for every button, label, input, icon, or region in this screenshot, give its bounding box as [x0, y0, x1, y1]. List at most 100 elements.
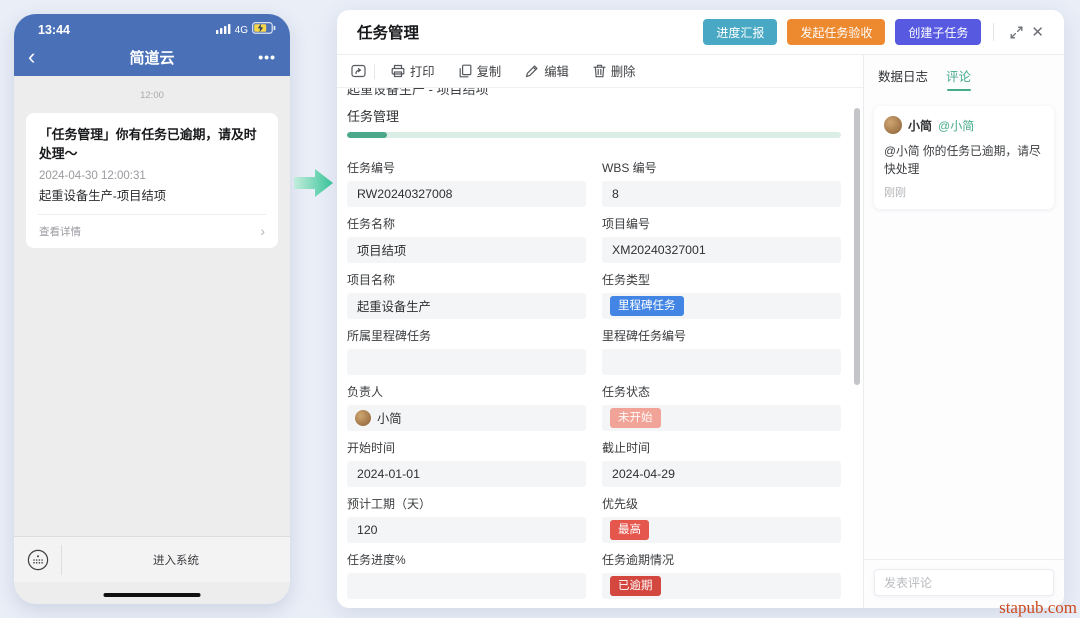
comments-pane: 数据日志 评论 小简 @小简 @小简 你的任务已逾期，请尽快处理 刚刚	[863, 55, 1064, 608]
phone-app-title: 简道云	[52, 47, 252, 68]
delete-button[interactable]: 删除	[593, 62, 636, 80]
field-priority: 优先级 最高	[602, 497, 841, 543]
comments-tabs: 数据日志 评论	[864, 55, 1064, 100]
close-icon[interactable]: ✕	[1027, 21, 1048, 43]
field-start-date: 开始时间 2024-01-01	[347, 441, 586, 487]
field-value-box: 8	[602, 181, 841, 207]
field-value-box: 2024-01-01	[347, 461, 586, 487]
watermark: stapub.com	[999, 598, 1077, 618]
back-chevron-icon[interactable]: ‹	[28, 47, 52, 67]
record-toolbar: 打印 复制 编辑 删除	[337, 55, 863, 88]
form-pane: 打印 复制 编辑 删除 起重设备生产 - 项目结项	[337, 55, 863, 608]
field-label: 里程碑任务编号	[602, 329, 841, 344]
window-header: 任务管理 进度汇报 发起任务验收 创建子任务 ✕	[337, 10, 1064, 55]
create-subtask-button[interactable]: 创建子任务	[895, 19, 981, 45]
print-label: 打印	[410, 62, 435, 80]
priority-highest-tag: 最高	[610, 520, 649, 540]
form-scroll-area[interactable]: 起重设备生产 - 项目结项 任务管理 任务编号 RW20240327008 WB…	[337, 88, 863, 608]
field-label: 开始时间	[347, 441, 586, 456]
field-task-number: 任务编号 RW20240327008	[347, 161, 586, 207]
field-value-box: 未开始	[602, 405, 841, 431]
expand-icon[interactable]	[1006, 24, 1027, 41]
home-indicator	[104, 593, 201, 598]
progress-report-button[interactable]: 进度汇报	[703, 19, 777, 45]
enter-system-button[interactable]: 进入系统	[62, 552, 290, 568]
field-task-type: 任务类型 里程碑任务	[602, 273, 841, 319]
phone-mockup: 13:44 4G ‹ 简道云 ••• 12:00 「任务管理」你有任务已逾期，请…	[14, 14, 290, 604]
field-parent-milestone: 所属里程碑任务	[347, 329, 586, 375]
view-details-row[interactable]: 查看详情 ›	[39, 215, 265, 239]
field-duration-days: 预计工期（天） 120	[347, 497, 586, 543]
comment-input[interactable]	[874, 569, 1054, 596]
phone-nav-bar: ‹ 简道云 •••	[28, 40, 276, 74]
view-details-label: 查看详情	[39, 224, 81, 239]
field-value-box: XM20240327001	[602, 237, 841, 263]
field-owner: 负责人 小简	[347, 385, 586, 431]
section-progress-bar	[347, 132, 841, 138]
flow-arrow-icon	[294, 167, 334, 204]
chat-timestamp: 12:00	[14, 90, 290, 101]
notification-task: 起重设备生产-项目结项	[39, 186, 265, 204]
field-value-box: 最高	[602, 517, 841, 543]
task-detail-window: 任务管理 进度汇报 发起任务验收 创建子任务 ✕ 打印 复制	[337, 10, 1064, 608]
field-task-progress: 任务进度%	[347, 553, 586, 599]
status-not-started-tag: 未开始	[610, 408, 661, 428]
comment-item: 小简 @小简 @小简 你的任务已逾期，请尽快处理 刚刚	[874, 106, 1054, 209]
phone-status-bar: 13:44 4G	[28, 20, 276, 40]
phone-header: 13:44 4G ‹ 简道云 •••	[14, 14, 290, 76]
start-acceptance-button[interactable]: 发起任务验收	[787, 19, 885, 45]
field-grid: 任务编号 RW20240327008 WBS 编号 8 任务名称 项目结项 项目…	[347, 161, 841, 599]
field-value-box: 起重设备生产	[347, 293, 586, 319]
delete-label: 删除	[611, 62, 636, 80]
milestone-task-tag: 里程碑任务	[610, 296, 684, 316]
tab-data-log[interactable]: 数据日志	[878, 66, 928, 91]
field-label: 优先级	[602, 497, 841, 512]
toolbar-separator	[374, 64, 375, 79]
field-value-box: 小简	[347, 405, 586, 431]
field-milestone-number: 里程碑任务编号	[602, 329, 841, 375]
form-scrollbar[interactable]	[854, 108, 860, 385]
share-icon[interactable]	[351, 64, 366, 78]
clipped-breadcrumb: 起重设备生产 - 项目结项	[347, 88, 841, 97]
field-label: 任务类型	[602, 273, 841, 288]
field-label: 截止时间	[602, 441, 841, 456]
field-label: 项目名称	[347, 273, 586, 288]
comment-mention[interactable]: @小简	[938, 117, 974, 134]
commenter-avatar	[884, 116, 902, 134]
overdue-tag: 已逾期	[610, 576, 661, 596]
field-value-box: 120	[347, 517, 586, 543]
field-value-box	[602, 349, 841, 375]
field-value-box: RW20240327008	[347, 181, 586, 207]
field-label: WBS 编号	[602, 161, 841, 176]
comment-text: @小简 你的任务已逾期，请尽快处理	[884, 142, 1044, 179]
print-button[interactable]: 打印	[391, 62, 435, 80]
commenter-name: 小简	[908, 117, 932, 134]
notification-datetime: 2024-04-30 12:00:31	[39, 170, 265, 182]
field-value-box: 已逾期	[602, 573, 841, 599]
field-label: 项目编号	[602, 217, 841, 232]
edit-label: 编辑	[544, 62, 569, 80]
phone-bottom-bar: 进入系统	[14, 536, 290, 582]
section-progress-fill	[347, 132, 387, 138]
copy-label: 复制	[477, 62, 502, 80]
copy-button[interactable]: 复制	[459, 62, 502, 80]
battery-charging-icon	[252, 21, 276, 39]
field-task-status: 任务状态 未开始	[602, 385, 841, 431]
field-label: 任务名称	[347, 217, 586, 232]
more-menu-icon[interactable]: •••	[252, 49, 276, 65]
edit-button[interactable]: 编辑	[525, 62, 569, 80]
field-value-box	[347, 573, 586, 599]
keypad-circle-icon[interactable]	[14, 545, 62, 575]
field-value-box: 2024-04-29	[602, 461, 841, 487]
field-label: 任务逾期情况	[602, 553, 841, 568]
field-overdue-status: 任务逾期情况 已逾期	[602, 553, 841, 599]
field-wbs-number: WBS 编号 8	[602, 161, 841, 207]
field-value-box: 项目结项	[347, 237, 586, 263]
owner-avatar	[355, 410, 371, 426]
chevron-right-icon: ›	[260, 223, 265, 239]
notification-card[interactable]: 「任务管理」你有任务已逾期，请及时处理～ 2024-04-30 12:00:31…	[26, 113, 278, 248]
field-value-box: 里程碑任务	[602, 293, 841, 319]
field-task-name: 任务名称 项目结项	[347, 217, 586, 263]
field-label: 负责人	[347, 385, 586, 400]
tab-comments[interactable]: 评论	[946, 66, 971, 91]
